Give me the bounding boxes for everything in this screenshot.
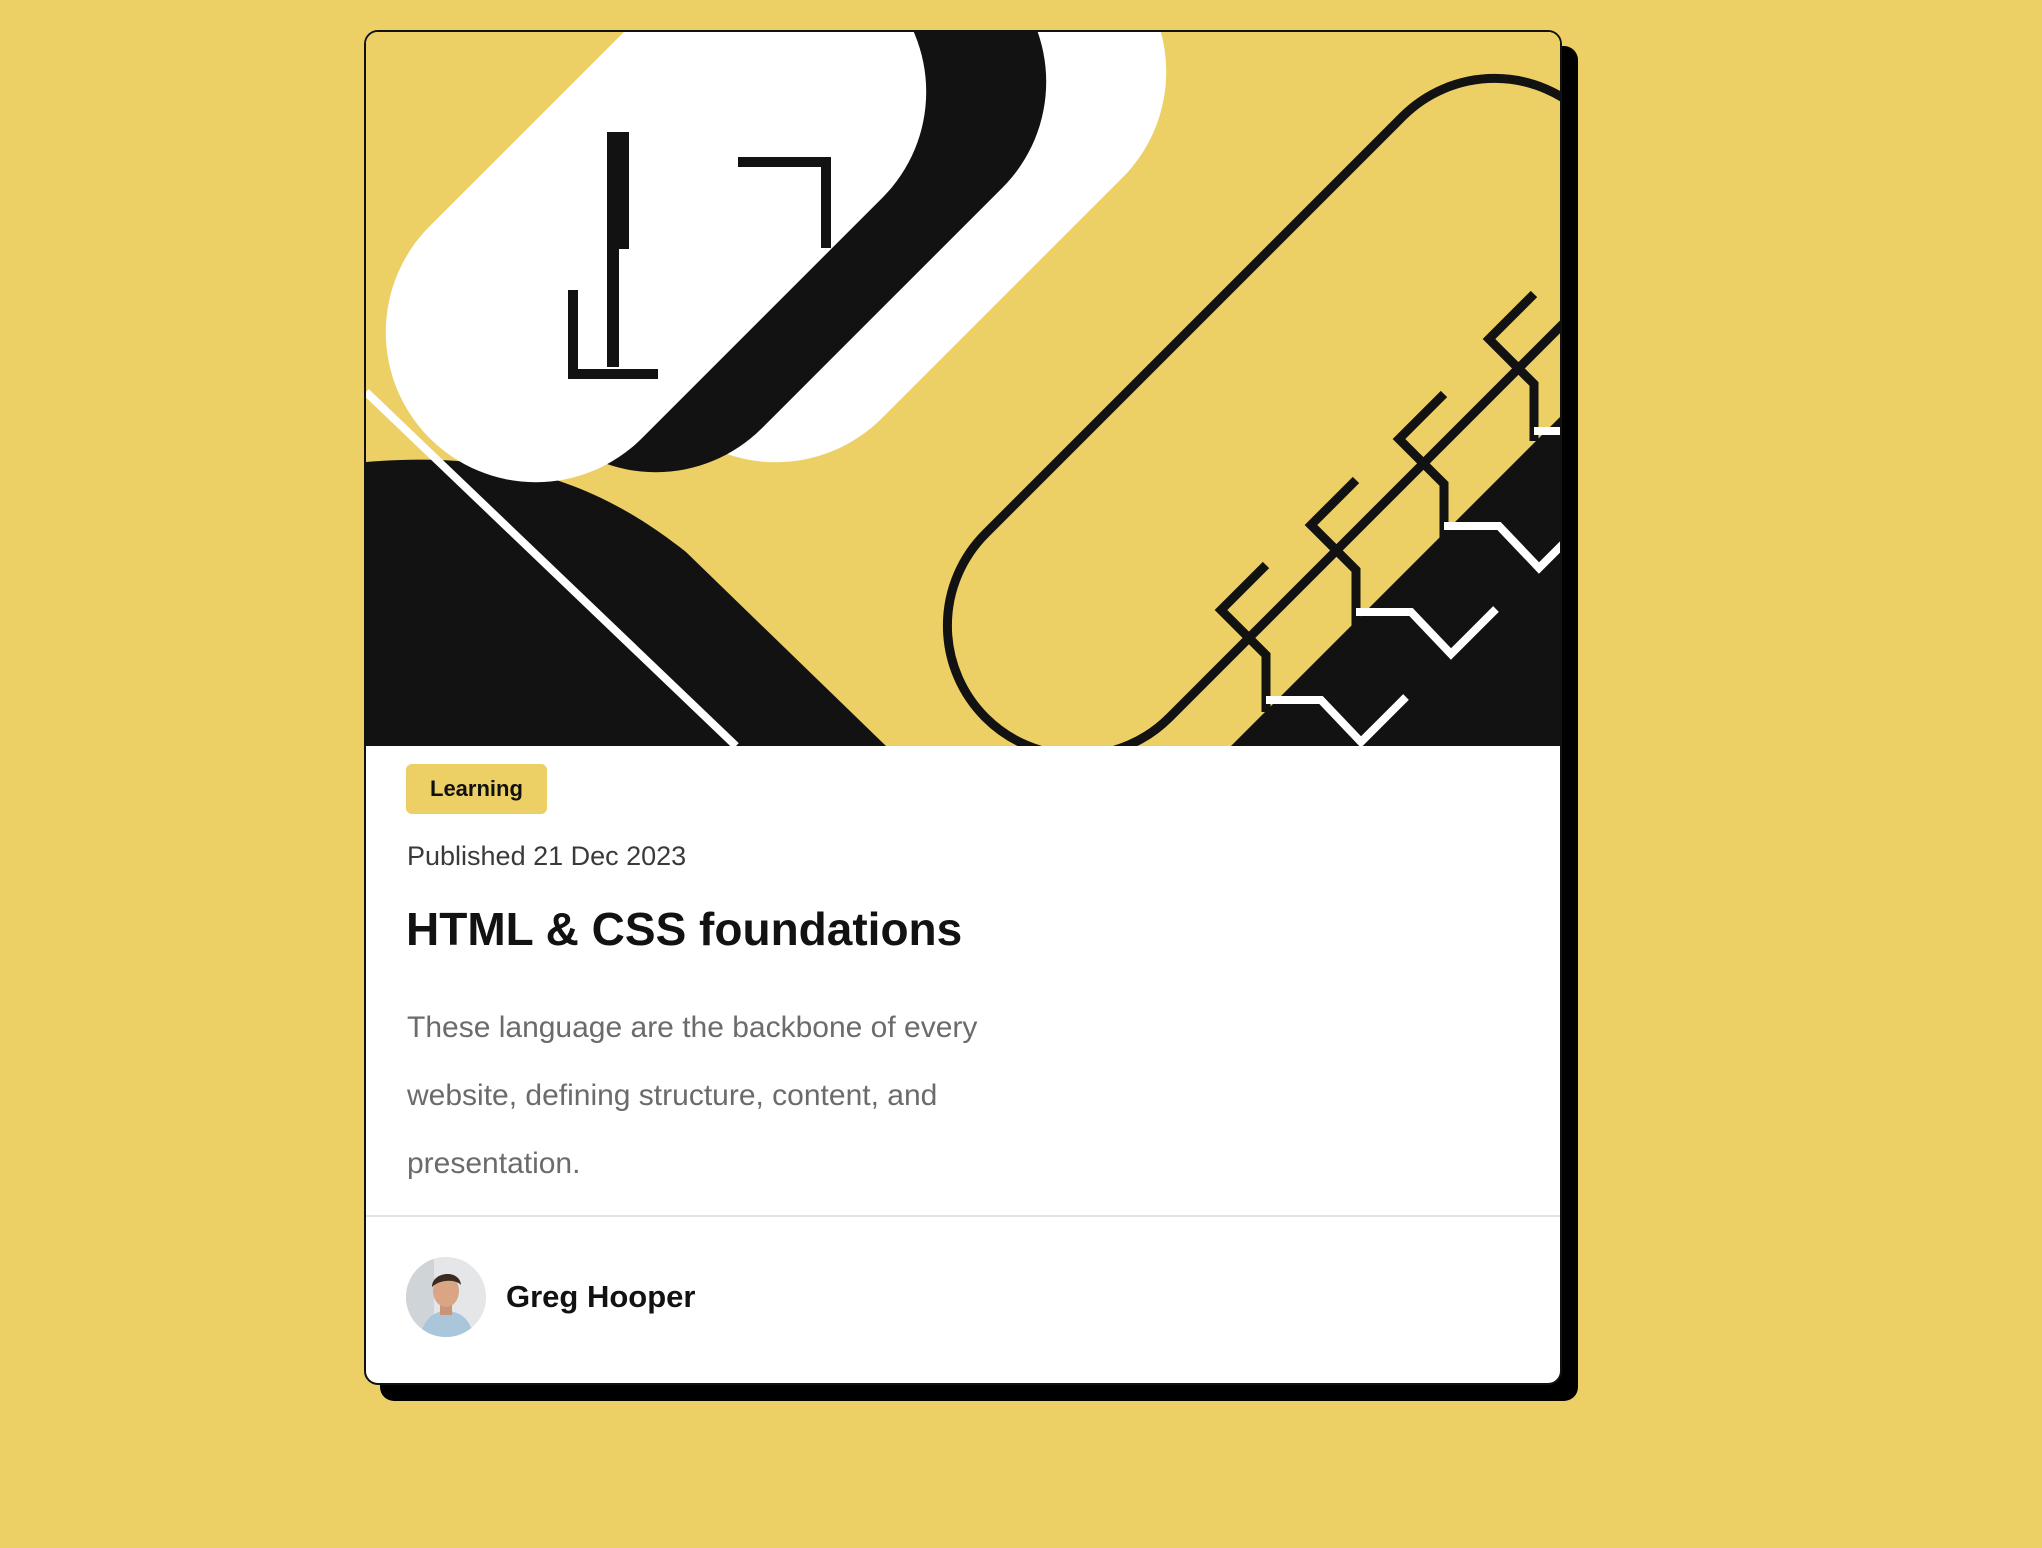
category-tag[interactable]: Learning [406,764,547,814]
author-avatar [406,1257,486,1337]
card-title[interactable]: HTML & CSS foundations [406,900,962,958]
card-description: These language are the backbone of every… [407,1011,978,1180]
divider [366,1215,1560,1217]
author-name: Greg Hooper [506,1279,696,1314]
published-date: Published 21 Dec 2023 [407,841,687,871]
blog-preview-card: Learning Published 21 Dec 2023 HTML & CS… [364,30,1562,1385]
author[interactable]: Greg Hooper [406,1257,695,1337]
hero-illustration [366,32,1560,746]
